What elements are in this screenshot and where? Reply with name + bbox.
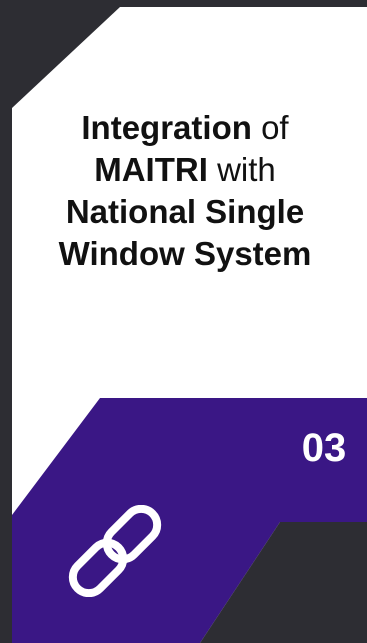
card-number: 03 — [301, 426, 347, 470]
title-word-of: of — [261, 109, 289, 146]
title-line-2: MAITRI with — [20, 149, 350, 191]
title-bold-national-single: National Single — [65, 193, 305, 230]
title-line-4: Window System — [20, 233, 350, 275]
title-word-with: with — [217, 151, 276, 188]
title-line-3: National Single — [20, 191, 350, 233]
card-stage: Integration of MAITRI with National Sing… — [0, 0, 367, 643]
card-title: Integration of MAITRI with National Sing… — [20, 107, 350, 275]
title-bold-maitri: MAITRI — [94, 151, 208, 188]
link-icon — [68, 505, 162, 597]
title-bold-window-system: Window System — [58, 235, 312, 272]
title-bold-integration: Integration — [81, 109, 252, 146]
title-line-1: Integration of — [20, 107, 350, 149]
